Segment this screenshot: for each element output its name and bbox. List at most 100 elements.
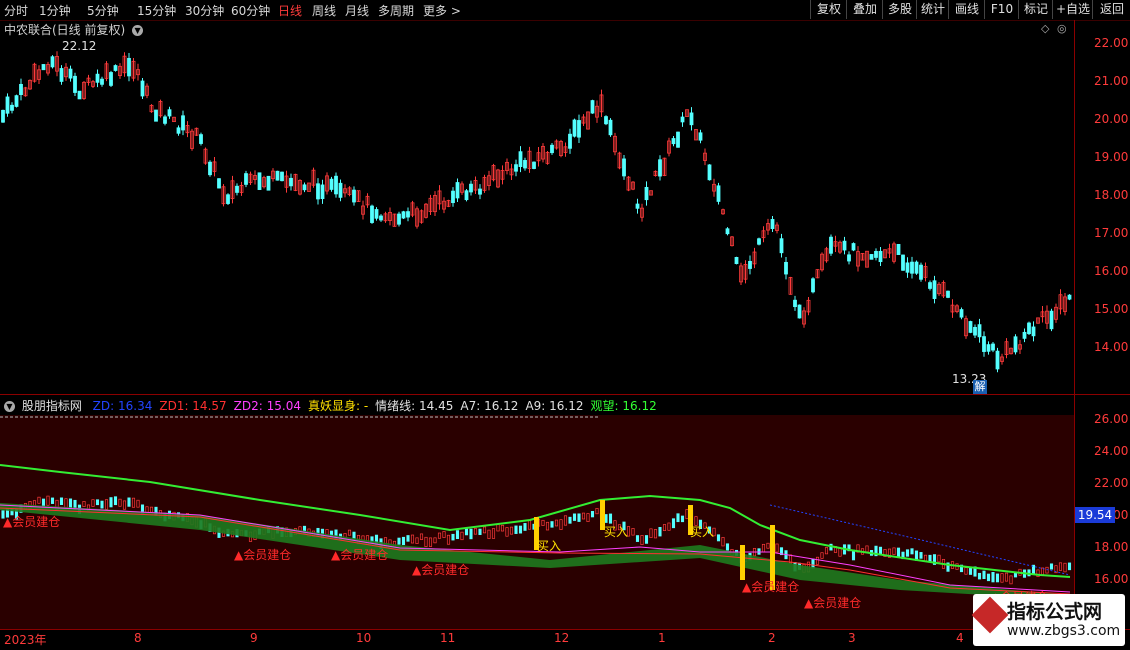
- candle-body: [50, 56, 55, 68]
- candle-body: [793, 299, 797, 308]
- period-weekly[interactable]: 周线: [312, 2, 336, 19]
- sub-candle: [982, 570, 986, 580]
- sub-candle: [919, 552, 923, 559]
- sub-candle: [905, 549, 910, 557]
- candle-body: [352, 189, 356, 203]
- stats-button[interactable]: 统计: [916, 0, 949, 19]
- candle-body: [910, 261, 914, 274]
- sub-candle: [716, 534, 721, 542]
- sub-candle: [455, 530, 460, 540]
- candle-body: [797, 304, 802, 319]
- x-tick-label: 10: [356, 631, 372, 645]
- current-price-tag: 19.54: [1075, 507, 1115, 523]
- sub-candle: [568, 516, 572, 524]
- sub-candle: [478, 528, 482, 535]
- sub-candle: [896, 547, 901, 558]
- candle-body: [968, 321, 973, 333]
- candle-body: [320, 184, 325, 200]
- mark-button[interactable]: 标记: [1018, 0, 1053, 19]
- sub-candle: [50, 497, 55, 504]
- period-daily[interactable]: 日线: [278, 2, 302, 19]
- candle-body: [577, 120, 581, 138]
- sub-candle: [1049, 563, 1054, 570]
- candle-body: [977, 324, 982, 338]
- candle-body: [401, 211, 406, 219]
- y-tick-label: 18.00: [1094, 188, 1129, 202]
- candle-body: [986, 344, 991, 352]
- candle-body: [478, 188, 482, 195]
- candle-body: [995, 350, 1000, 370]
- candle-body: [266, 175, 271, 191]
- candle-body: [374, 209, 379, 219]
- sub-y-tick-label: 24.00: [1094, 444, 1129, 458]
- sub-candle: [910, 548, 914, 555]
- candle-body: [176, 127, 181, 134]
- signal-build-label: ▲会员建仓: [804, 596, 862, 610]
- candle-body: [379, 215, 383, 221]
- period-toolbar: 分时 1分钟 5分钟 15分钟 30分钟 60分钟 日线 周线 月线 多周期 更…: [0, 0, 1130, 21]
- candle-body: [869, 254, 874, 260]
- watermark: 指标公式网 www.zbgs3.com: [971, 594, 1125, 646]
- signal-build-label: ▲会员建仓: [331, 548, 389, 562]
- sub-candle: [59, 497, 64, 505]
- f10-button[interactable]: F10: [984, 0, 1019, 19]
- period-monthly[interactable]: 月线: [345, 2, 369, 19]
- candle-body: [77, 90, 82, 100]
- period-15min[interactable]: 15分钟: [137, 2, 176, 19]
- candle-body: [604, 116, 608, 125]
- watermark-title: 指标公式网: [1007, 601, 1103, 623]
- sub-candle: [518, 525, 523, 534]
- sub-candle: [635, 535, 640, 542]
- period-1min[interactable]: 1分钟: [39, 2, 71, 19]
- sub-candle: [977, 572, 982, 580]
- candle-body: [829, 236, 833, 254]
- candle-body: [469, 183, 473, 193]
- candle-body: [523, 160, 527, 169]
- candle-body: [644, 186, 649, 201]
- x-tick-label: 12: [554, 631, 570, 645]
- price-axis-border: [1074, 20, 1075, 630]
- fuquan-button[interactable]: 复权: [810, 0, 847, 19]
- candle-body: [41, 64, 46, 71]
- candle-body: [698, 132, 703, 141]
- period-5min[interactable]: 5分钟: [87, 2, 119, 19]
- x-tick-label: 8: [134, 631, 142, 645]
- candle-body: [680, 116, 685, 123]
- period-30min[interactable]: 30分钟: [185, 2, 224, 19]
- y-tick-label: 19.00: [1094, 150, 1129, 164]
- period-fenshi[interactable]: 分时: [4, 2, 28, 19]
- candle-body: [847, 254, 851, 262]
- y-tick-label: 21.00: [1094, 74, 1129, 88]
- y-tick-label: 14.00: [1094, 340, 1129, 354]
- candle-body: [959, 309, 964, 318]
- candle-body: [608, 119, 613, 136]
- candle-body: [235, 185, 239, 193]
- sub-candle: [100, 500, 104, 509]
- candle-body: [658, 159, 662, 177]
- period-multi[interactable]: 多周期: [378, 2, 414, 19]
- sub-candle: [671, 518, 676, 529]
- candle-body: [113, 65, 118, 71]
- sub-y-tick-label: 26.00: [1094, 412, 1129, 426]
- draw-line-button[interactable]: 画线: [948, 0, 985, 19]
- multi-stock-button[interactable]: 多股: [882, 0, 917, 19]
- sub-candle: [676, 513, 680, 523]
- candle-body: [946, 290, 950, 298]
- period-60min[interactable]: 60分钟: [231, 2, 270, 19]
- add-favorite-button[interactable]: +自选: [1052, 0, 1093, 19]
- candle-body: [518, 151, 523, 167]
- back-button[interactable]: 返回: [1092, 0, 1130, 19]
- period-more[interactable]: 更多 >: [423, 2, 461, 19]
- candle-body: [914, 261, 919, 274]
- sub-candle: [401, 536, 406, 546]
- candle-body: [280, 171, 284, 182]
- candle-body: [257, 172, 262, 190]
- overlay-button[interactable]: 叠加: [846, 0, 883, 19]
- candle-body: [181, 115, 185, 131]
- candle-body: [1, 109, 5, 123]
- candle-body: [514, 164, 518, 172]
- unlock-badge[interactable]: 解: [973, 380, 987, 394]
- candle-body: [406, 211, 410, 218]
- y-tick-label: 20.00: [1094, 112, 1129, 126]
- x-tick-label: 11: [440, 631, 456, 645]
